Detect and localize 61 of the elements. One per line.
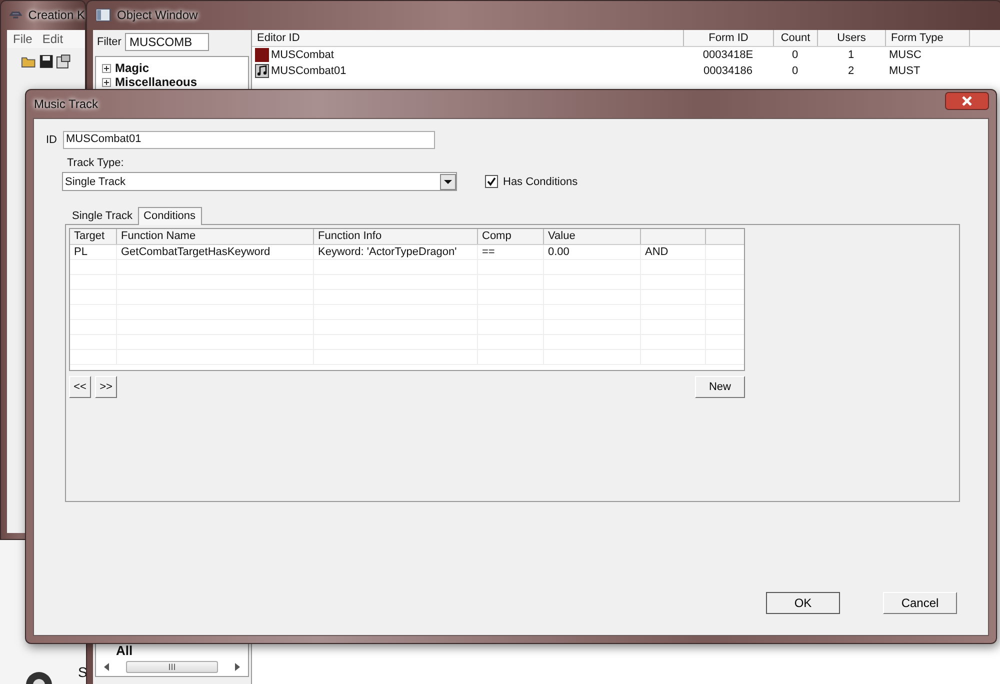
table-cell: MUSCombat bbox=[271, 49, 334, 61]
table-cell: 0 bbox=[792, 49, 798, 61]
column-header[interactable]: Count bbox=[774, 30, 818, 46]
column-header[interactable]: Form ID bbox=[684, 30, 774, 46]
close-icon[interactable] bbox=[945, 92, 989, 110]
save-icon[interactable] bbox=[38, 53, 54, 70]
music-note-icon bbox=[255, 64, 269, 78]
cancel-button[interactable]: Cancel bbox=[883, 592, 957, 614]
track-type-label: Track Type: bbox=[67, 157, 125, 169]
new-button[interactable]: New bbox=[695, 376, 745, 398]
window-title: Object Window bbox=[117, 8, 198, 22]
column-header[interactable]: Form Type bbox=[886, 30, 970, 46]
tab[interactable]: Conditions bbox=[138, 207, 202, 225]
tab[interactable]: Single Track bbox=[67, 207, 138, 224]
table-cell: GetCombatTargetHasKeyword bbox=[117, 245, 314, 259]
swatch-icon bbox=[255, 48, 269, 62]
table-cell: 0.00 bbox=[544, 245, 641, 259]
filter-field[interactable]: MUSCOMB bbox=[125, 33, 210, 51]
id-label: ID bbox=[46, 134, 57, 146]
expander-icon[interactable] bbox=[102, 64, 111, 72]
table-cell: MUSCombat01 bbox=[271, 65, 346, 77]
expander-icon[interactable] bbox=[102, 78, 111, 86]
table-cell: 0003418E bbox=[702, 49, 754, 61]
table-cell: 00034186 bbox=[704, 65, 752, 77]
table-cell: 1 bbox=[848, 49, 854, 61]
properties-icon[interactable] bbox=[56, 53, 72, 70]
has-conditions-checkbox[interactable]: Has Conditions bbox=[485, 175, 578, 188]
track-type-dropdown[interactable]: Single Track bbox=[62, 172, 457, 191]
scrollbar[interactable]: III bbox=[96, 658, 248, 676]
ok-button[interactable]: OK bbox=[766, 592, 840, 614]
column-header[interactable]: Users bbox=[818, 30, 886, 46]
page-button[interactable]: << bbox=[69, 376, 91, 398]
tree-item[interactable]: Miscellaneous bbox=[115, 75, 198, 89]
right-arrow-icon[interactable] bbox=[234, 663, 240, 671]
window-icon bbox=[95, 8, 111, 22]
table-cell: == bbox=[478, 245, 544, 259]
column-header[interactable]: Target bbox=[70, 229, 117, 244]
left-arrow-icon[interactable] bbox=[104, 663, 110, 671]
column-header[interactable]: Function Info bbox=[314, 229, 478, 244]
page-button[interactable]: >> bbox=[95, 376, 117, 398]
menu-item[interactable]: File bbox=[13, 32, 32, 46]
table-cell: 2 bbox=[848, 65, 854, 77]
checkbox-icon[interactable] bbox=[485, 175, 498, 188]
table-cell: MUSC bbox=[889, 49, 922, 61]
column-header[interactable]: Editor ID bbox=[252, 30, 684, 46]
table-cell: AND bbox=[641, 245, 706, 259]
column-header[interactable]: Value bbox=[544, 229, 641, 244]
menu-item[interactable]: Edit bbox=[42, 32, 64, 46]
filter-label: Filter bbox=[97, 36, 122, 48]
table-cell: PL bbox=[70, 245, 117, 259]
tree-item[interactable]: Magic bbox=[115, 61, 150, 75]
table-cell: 0 bbox=[792, 65, 798, 77]
table-cell: Keyword: 'ActorTypeDragon' bbox=[314, 245, 478, 259]
scroll-thumb[interactable]: III bbox=[126, 661, 218, 673]
category-combo[interactable]: All bbox=[96, 643, 248, 658]
column-header[interactable]: Comp bbox=[478, 229, 544, 244]
id-field[interactable]: MUSCombat01 bbox=[63, 131, 435, 149]
table-cell: MUST bbox=[889, 65, 920, 77]
window-title: Creation K bbox=[28, 8, 85, 22]
dialog-title: Music Track bbox=[33, 97, 98, 111]
column-header[interactable]: Function Name bbox=[117, 229, 314, 244]
